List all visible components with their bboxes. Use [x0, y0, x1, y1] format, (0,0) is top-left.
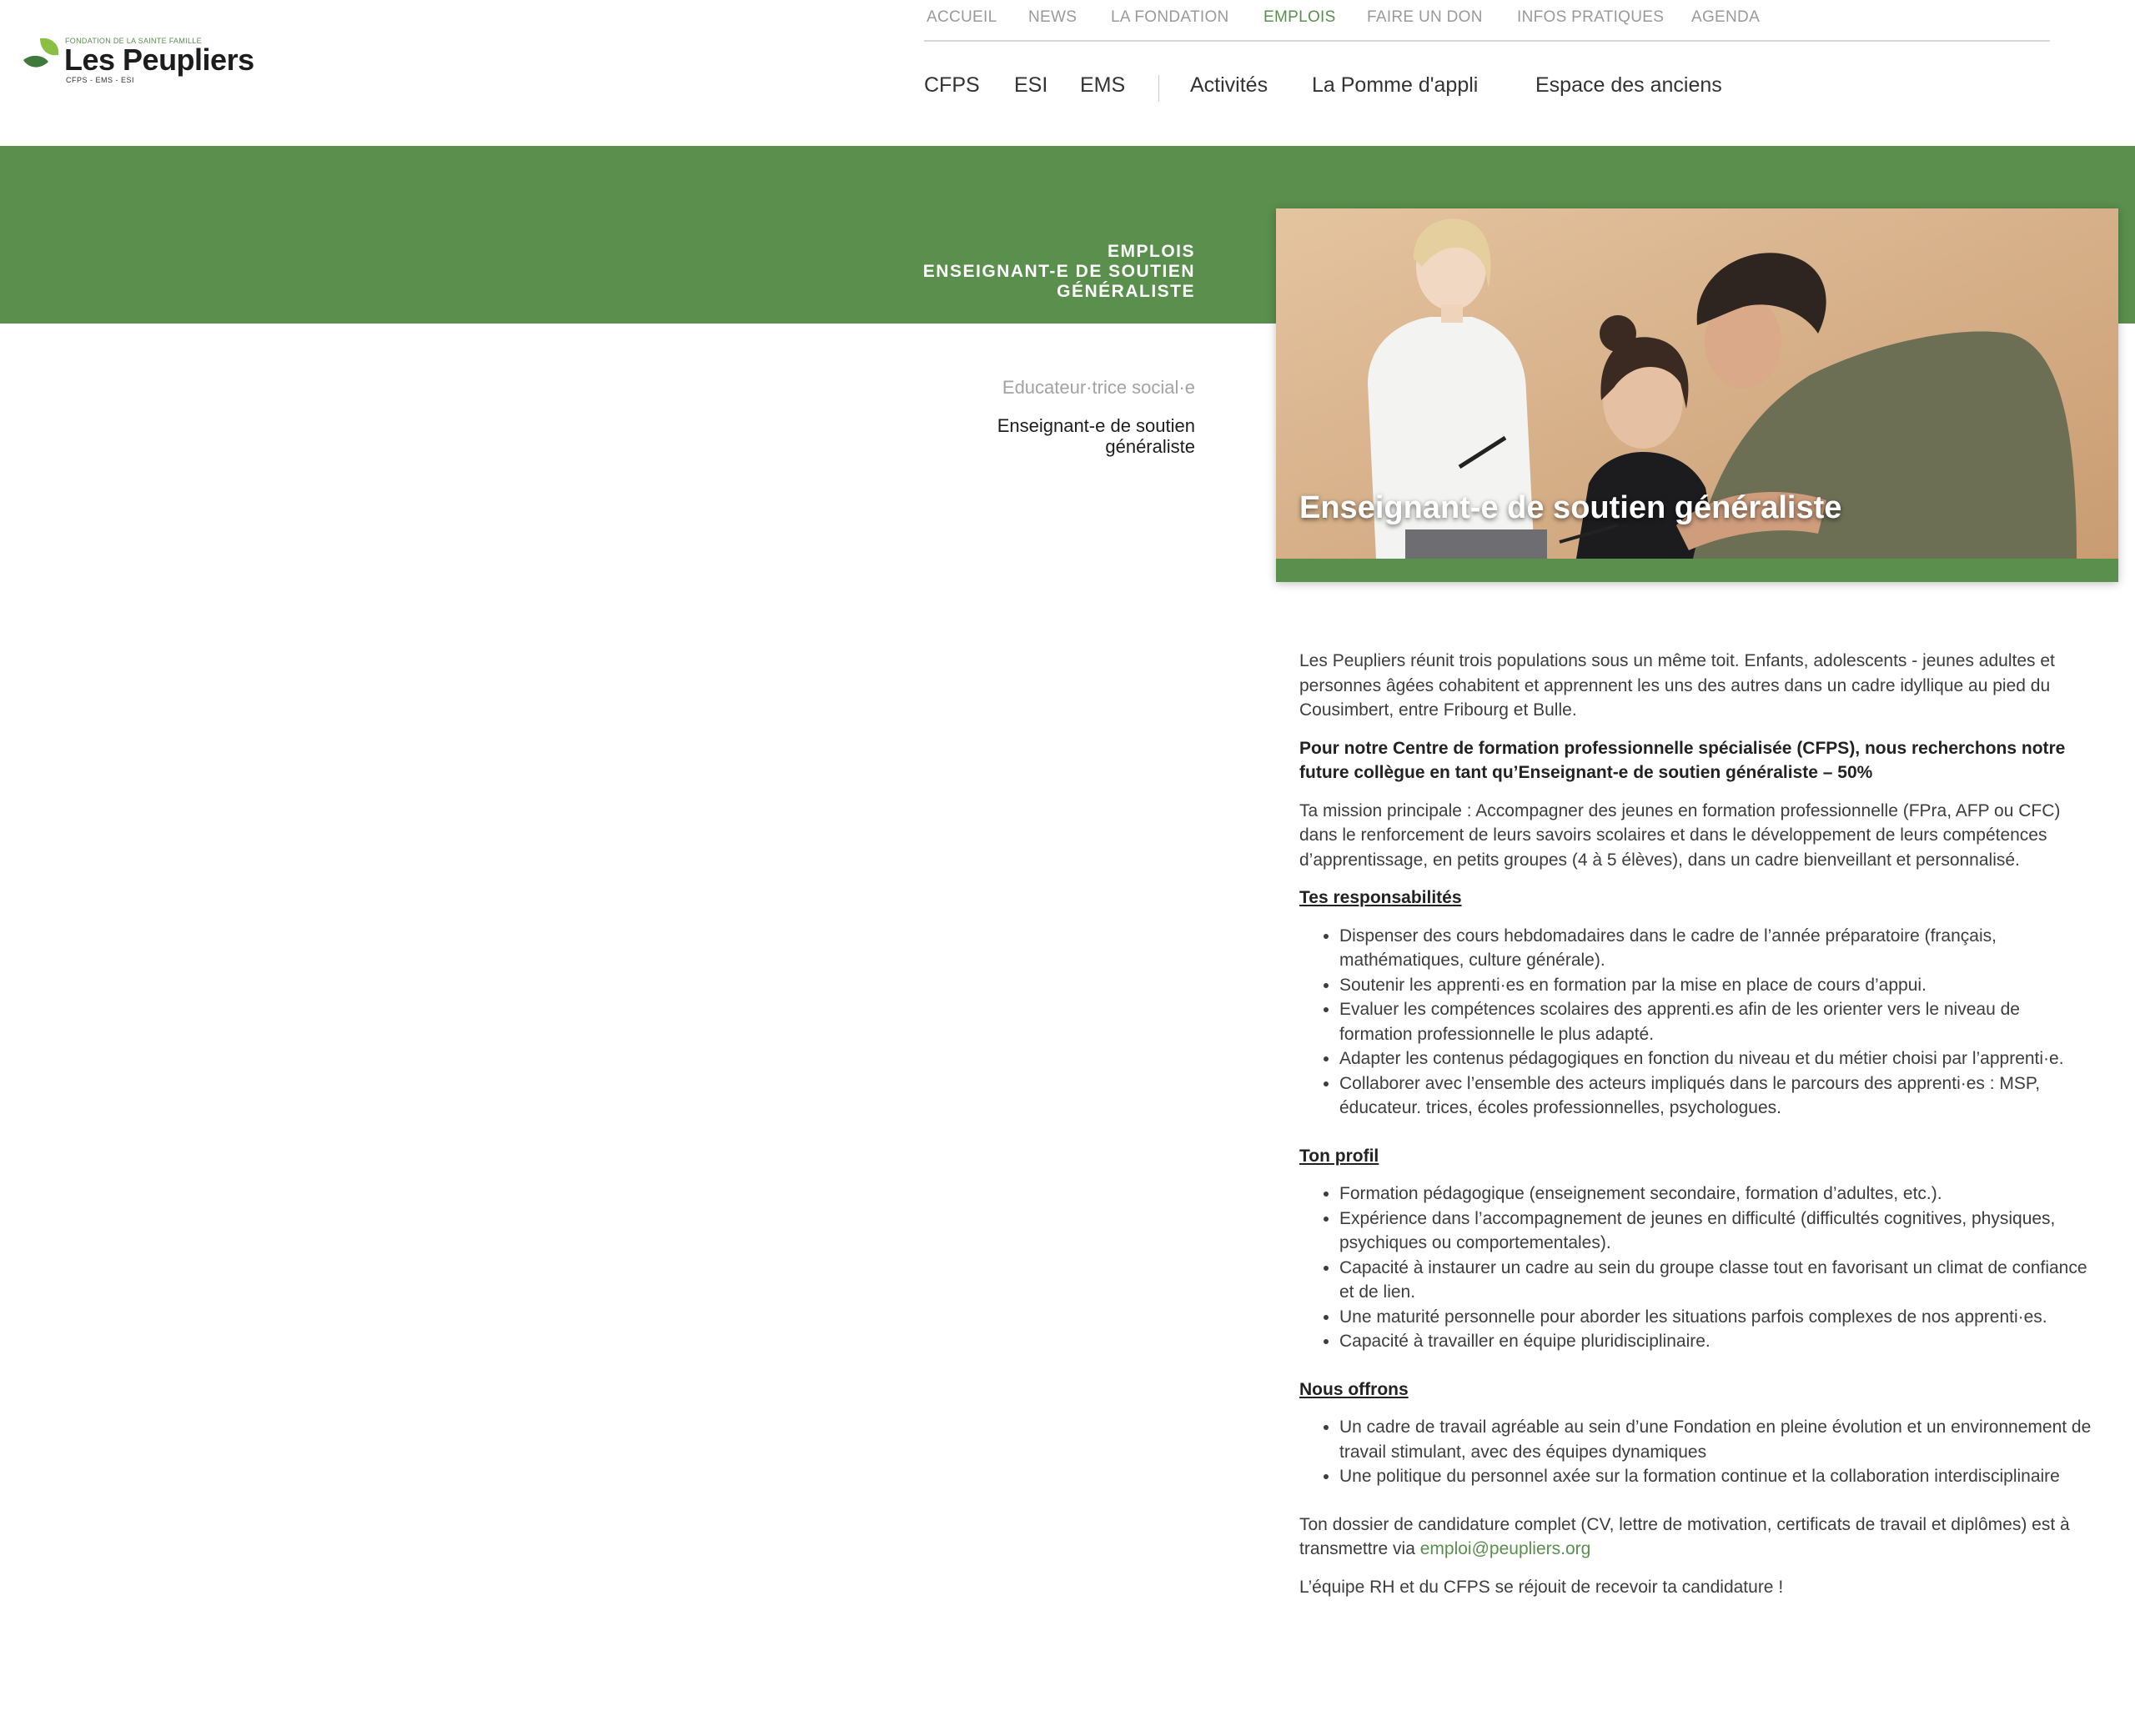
- breadcrumb-section[interactable]: EMPLOIS: [923, 242, 1195, 262]
- logo-subtitle: CFPS - EMS - ESI: [66, 76, 135, 84]
- list-item: Dispenser des cours hebdomadaires dans l…: [1339, 924, 2096, 973]
- hero-photo: Enseignant-e de soutien généraliste: [1276, 208, 2118, 559]
- topnav-news[interactable]: NEWS: [1028, 8, 1077, 27]
- jobs-side-menu: Educateur·trice social·e Enseignant-e de…: [997, 377, 1195, 474]
- list-item: Adapter les contenus pédagogiques en fon…: [1339, 1046, 2096, 1071]
- email-link[interactable]: emploi@peupliers.org: [1420, 1539, 1591, 1558]
- mainnav-ems[interactable]: EMS: [1080, 73, 1125, 98]
- list-item: Evaluer les compétences scolaires des ap…: [1339, 997, 2096, 1046]
- mainnav-activites[interactable]: Activités: [1190, 73, 1268, 98]
- profile-heading: Ton profil: [1299, 1146, 1379, 1166]
- hero-image-bar: [1276, 559, 2118, 582]
- side-menu-item-line-2: généraliste: [1105, 436, 1195, 457]
- list-item: Capacité à instaurer un cadre au sein du…: [1339, 1256, 2096, 1305]
- list-item: Expérience dans l’accompagnement de jeun…: [1339, 1207, 2096, 1256]
- list-item: Capacité à travailler en équipe pluridis…: [1339, 1329, 2096, 1354]
- offer-list: Un cadre de travail agréable au sein d’u…: [1299, 1415, 2096, 1489]
- side-menu-item-enseignant[interactable]: Enseignant-e de soutien généraliste: [997, 415, 1195, 457]
- leaf-icon: [23, 38, 59, 68]
- responsibilities-heading: Tes responsabilités: [1299, 888, 1462, 907]
- topnav-agenda[interactable]: AGENDA: [1691, 8, 1760, 27]
- hero-image-card: Enseignant-e de soutien généraliste: [1276, 208, 2118, 582]
- breadcrumb-page-line-2: GÉNÉRALISTE: [1057, 282, 1195, 301]
- mainnav-esi[interactable]: ESI: [1014, 73, 1047, 98]
- hero-image-title: Enseignant-e de soutien généraliste: [1299, 490, 1842, 525]
- mainnav-pomme-d-appli[interactable]: La Pomme d'appli: [1312, 73, 1478, 98]
- topnav-faire-un-don[interactable]: FAIRE UN DON: [1367, 8, 1483, 27]
- breadcrumb: EMPLOIS ENSEIGNANT-E DE SOUTIEN GÉNÉRALI…: [923, 242, 1195, 302]
- breadcrumb-page-line-1: ENSEIGNANT-E DE SOUTIEN: [922, 262, 1195, 281]
- topnav-la-fondation[interactable]: LA FONDATION: [1111, 8, 1229, 27]
- job-description: Les Peupliers réunit trois populations s…: [1299, 649, 2096, 1613]
- side-menu-item-line-1: Enseignant-e de soutien: [997, 415, 1195, 436]
- list-item: Une politique du personnel axée sur la f…: [1339, 1464, 2096, 1489]
- list-item: Soutenir les apprenti·es en formation pa…: [1339, 973, 2096, 998]
- application-paragraph: Ton dossier de candidature complet (CV, …: [1299, 1513, 2096, 1562]
- topnav-infos-pratiques[interactable]: INFOS PRATIQUES: [1517, 8, 1664, 27]
- mainnav-espace-anciens[interactable]: Espace des anciens: [1535, 73, 1722, 98]
- offer-heading: Nous offrons: [1299, 1379, 1409, 1399]
- application-text: Ton dossier de candidature complet (CV, …: [1299, 1514, 2070, 1559]
- site-logo[interactable]: FONDATION DE LA SAINTE FAMILLE Les Peupl…: [22, 33, 272, 92]
- closing-paragraph: L’équipe RH et du CFPS se réjouit de rec…: [1299, 1577, 1784, 1597]
- intro-paragraph: Les Peupliers réunit trois populations s…: [1299, 651, 2055, 720]
- mainnav-divider: [1158, 75, 1159, 102]
- side-menu-item-educateur[interactable]: Educateur·trice social·e: [997, 377, 1195, 398]
- job-highlight: Pour notre Centre de formation professio…: [1299, 738, 2066, 783]
- mission-paragraph: Ta mission principale : Accompagner des …: [1299, 800, 2061, 870]
- topnav-emplois[interactable]: EMPLOIS: [1263, 8, 1336, 27]
- topnav-accueil[interactable]: ACCUEIL: [927, 8, 997, 27]
- top-navigation: ACCUEIL NEWS LA FONDATION EMPLOIS FAIRE …: [924, 0, 2050, 42]
- list-item: Un cadre de travail agréable au sein d’u…: [1339, 1415, 2096, 1464]
- list-item: Une maturité personnelle pour aborder le…: [1339, 1305, 2096, 1330]
- profile-list: Formation pédagogique (enseignement seco…: [1299, 1182, 2096, 1354]
- mainnav-cfps[interactable]: CFPS: [924, 73, 980, 98]
- list-item: Collaborer avec l’ensemble des acteurs i…: [1339, 1071, 2096, 1121]
- list-item: Formation pédagogique (enseignement seco…: [1339, 1182, 2096, 1207]
- responsibilities-list: Dispenser des cours hebdomadaires dans l…: [1299, 924, 2096, 1121]
- logo-name: Les Peupliers: [64, 43, 254, 77]
